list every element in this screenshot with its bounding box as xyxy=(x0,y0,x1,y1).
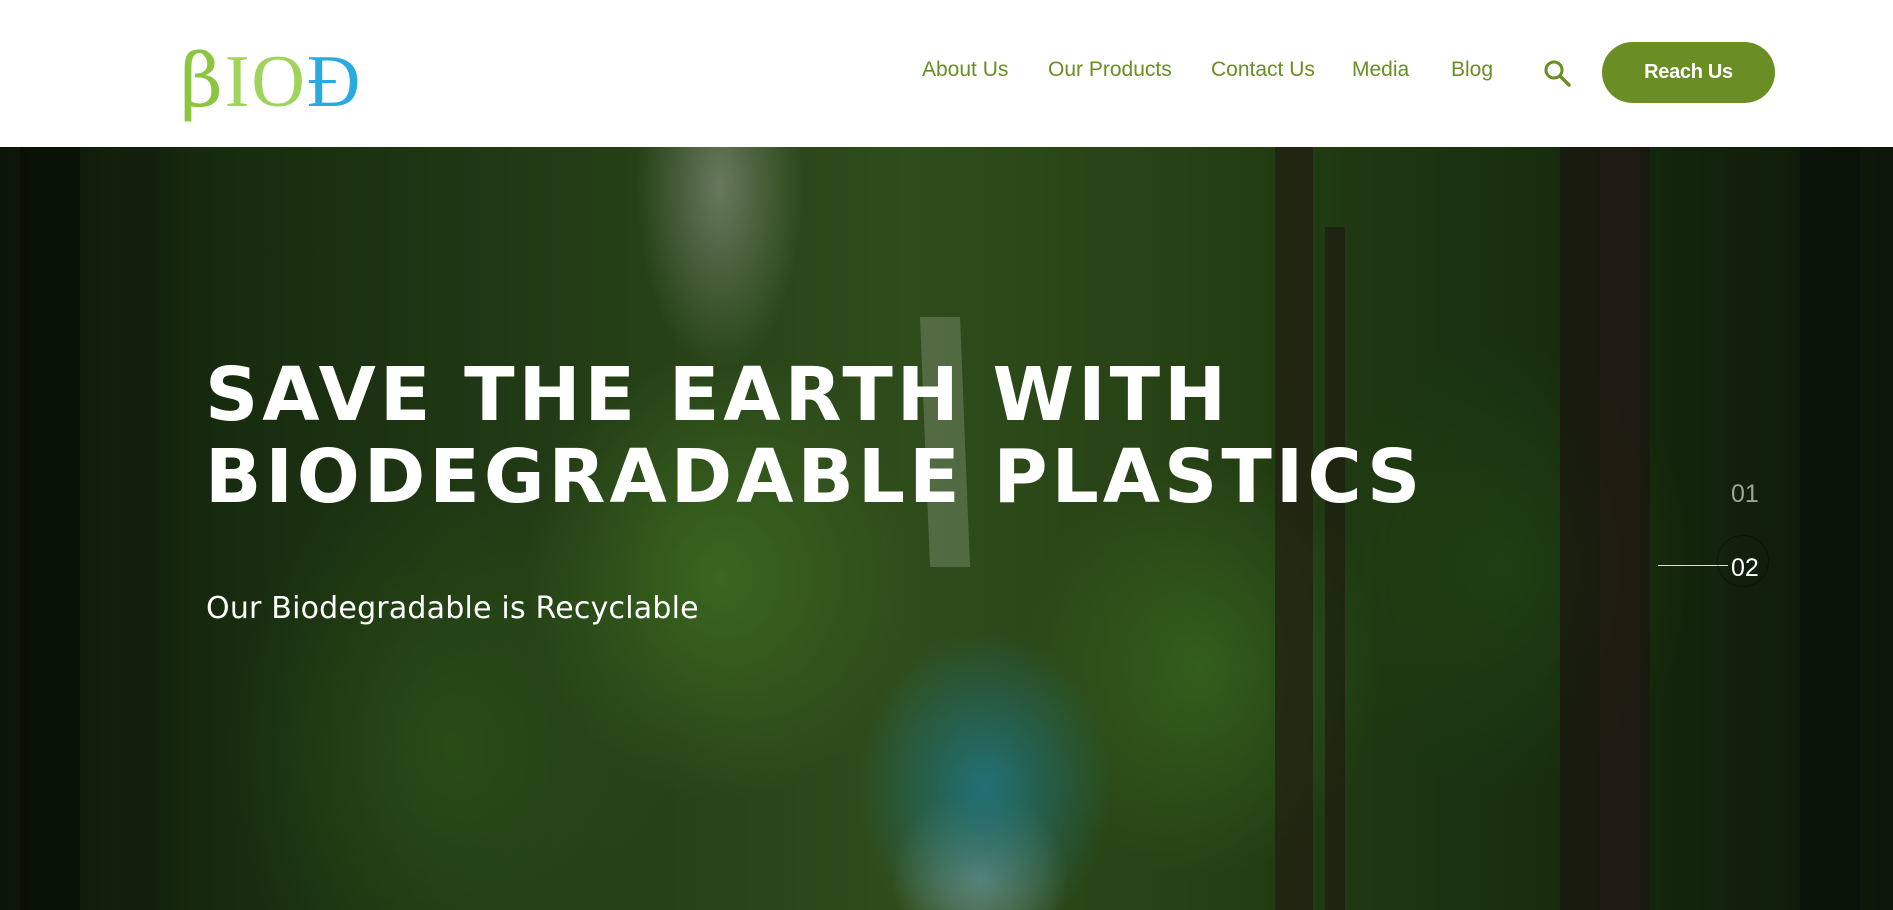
site-header: βIOƉ About Us Our Products Contact Us Me… xyxy=(0,0,1893,147)
hero-title: SAVE THE EARTH WITH BIODEGRADABLE PLASTI… xyxy=(205,354,1455,518)
hero-subtitle: Our Biodegradable is Recyclable xyxy=(206,591,699,626)
logo[interactable]: βIOƉ xyxy=(180,38,395,124)
hero-title-line2: BIODEGRADABLE PLASTICS xyxy=(205,434,1425,520)
slide-indicator-01[interactable]: 01 xyxy=(1731,480,1759,509)
search-icon[interactable] xyxy=(1542,58,1572,88)
reach-us-button[interactable]: Reach Us xyxy=(1602,42,1775,103)
hero-banner: SAVE THE EARTH WITH BIODEGRADABLE PLASTI… xyxy=(0,147,1893,910)
nav-media[interactable]: Media xyxy=(1352,58,1409,82)
nav-blog[interactable]: Blog xyxy=(1451,58,1493,82)
logo-letter-beta: β xyxy=(180,38,225,124)
slide-indicator-02[interactable]: 02 xyxy=(1731,554,1759,583)
nav-our-products[interactable]: Our Products xyxy=(1048,58,1172,82)
hero-title-line1: SAVE THE EARTH WITH xyxy=(205,352,1231,438)
logo-letters-io: IO xyxy=(224,41,307,123)
nav-about-us[interactable]: About Us xyxy=(922,58,1008,82)
logo-letter-d: Ɖ xyxy=(306,41,363,123)
nav-contact-us[interactable]: Contact Us xyxy=(1211,58,1315,82)
